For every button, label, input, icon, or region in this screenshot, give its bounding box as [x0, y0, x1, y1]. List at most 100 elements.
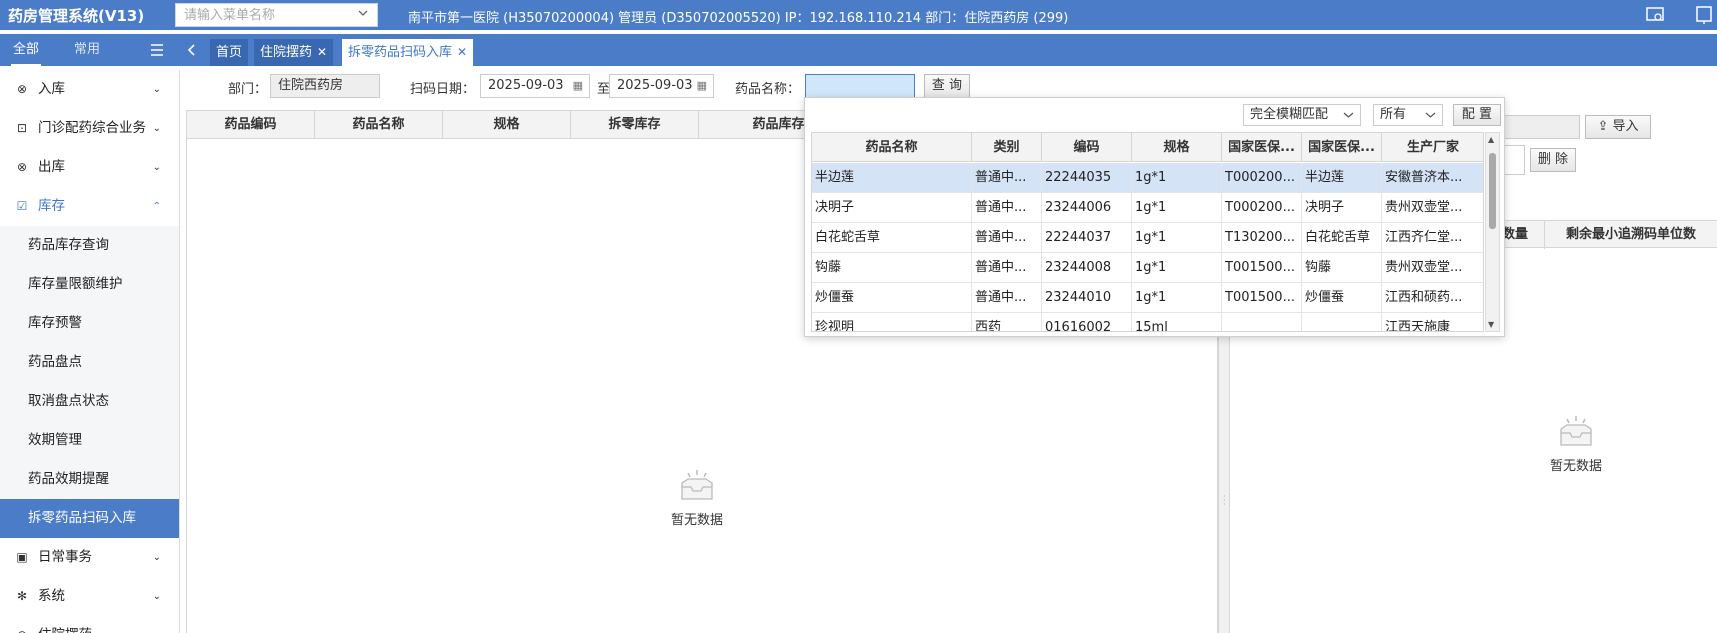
scrollbar-thumb[interactable]: [1489, 153, 1496, 229]
calendar-icon[interactable]: ▦: [573, 75, 583, 97]
table-cell: 23244008: [1042, 253, 1132, 283]
match-mode-select[interactable]: 完全模糊匹配: [1243, 104, 1361, 126]
empty-text: 暂无数据: [670, 513, 723, 528]
table-row[interactable]: 半边莲 普通中... 22244035 1g*1 T000200... 半边莲 安徽普济本.…: [812, 163, 1483, 193]
table-cell: 普通中...: [972, 193, 1042, 223]
sidebar-item-system[interactable]: ✻ 系统 ⌄: [0, 577, 179, 616]
chevron-down-icon[interactable]: [357, 7, 369, 22]
sidebar-tab-all[interactable]: 全部: [10, 34, 42, 66]
table-row[interactable]: 钩藤 普通中... 23244008 1g*1 T001500... 钩藤 贵州双壶堂...: [812, 253, 1483, 283]
sidebar-sub-item[interactable]: 药品效期提醒: [0, 460, 179, 499]
import-button[interactable]: ⇪ 导入: [1585, 115, 1651, 139]
column-header[interactable]: 国家医保...: [1302, 133, 1382, 162]
sidebar-item-inbound[interactable]: ⊗ 入库 ⌄: [0, 70, 179, 109]
table-cell: 钩藤: [812, 253, 972, 283]
sidebar-item-daily[interactable]: ▣ 日常事务 ⌄: [0, 538, 179, 577]
column-header[interactable]: 药品编码: [187, 111, 315, 139]
upload-icon: ⇪: [1597, 119, 1609, 134]
sidebar-item-outpatient[interactable]: ⊡ 门诊配药综合业务 ⌄: [0, 109, 179, 148]
table-cell: 1g*1: [1132, 253, 1222, 283]
sidebar-sub-item[interactable]: 效期管理: [0, 421, 179, 460]
sidebar-item-label: 日常事务: [38, 549, 92, 565]
chevron-down-icon: ⌄: [152, 591, 161, 602]
close-icon[interactable]: ✕: [457, 45, 467, 59]
table-cell: 珍视明: [812, 313, 972, 331]
sidebar-tab-favorites[interactable]: 常用: [74, 34, 100, 66]
sidebar: ⊗ 入库 ⌄ ⊡ 门诊配药综合业务 ⌄ ⊗ 出库 ⌄ ☑ 库存 ⌃ 药品库存查询…: [0, 70, 180, 633]
category-select[interactable]: 所有: [1373, 104, 1443, 126]
table-cell: 普通中...: [972, 253, 1042, 283]
tab-ward-dispense[interactable]: 住院摆药 ✕: [254, 39, 334, 66]
table-cell: 普通中...: [972, 283, 1042, 313]
sidebar-item-label: 系统: [38, 588, 65, 604]
column-header[interactable]: 药品名称: [812, 133, 972, 162]
chevron-down-icon: [1425, 105, 1436, 132]
tab-home[interactable]: 首页: [210, 39, 249, 66]
table-row[interactable]: 珍视明 西药 01616002 15ml 江西天施康: [812, 313, 1483, 331]
date-from-field[interactable]: 2025-09-03 ▦: [480, 74, 590, 98]
column-header[interactable]: 类别: [972, 133, 1042, 162]
empty-tray-icon: [1555, 415, 1597, 449]
table-cell: 22244035: [1042, 163, 1132, 193]
sidebar-sub-item[interactable]: 药品库存查询: [0, 226, 179, 265]
table-cell: 半边莲: [812, 163, 972, 193]
drug-lookup-popup: 完全模糊匹配 所有 配 置 药品名称 类别 编码 规格 国家医保... 国家医保…: [804, 97, 1505, 337]
column-header[interactable]: 生产厂家: [1382, 133, 1483, 162]
table-cell: 1g*1: [1132, 283, 1222, 313]
inventory-icon: ☑: [16, 199, 28, 213]
table-row[interactable]: 白花蛇舌草 普通中... 22244037 1g*1 T130200... 白花蛇舌草 江西…: [812, 223, 1483, 253]
chevron-left-icon[interactable]: [186, 40, 198, 64]
popup-scrollbar[interactable]: ▲ ▼: [1485, 132, 1500, 332]
sidebar-sub-item-active[interactable]: 拆零药品扫码入库: [0, 499, 179, 538]
column-header[interactable]: 剩余最小追溯码单位数: [1545, 221, 1717, 249]
chevron-down-icon: ⌄: [152, 552, 161, 563]
delete-button[interactable]: 删 除: [1530, 148, 1576, 172]
close-icon[interactable]: ✕: [317, 45, 327, 59]
table-cell: [1302, 313, 1382, 331]
menu-toggle-icon[interactable]: [150, 34, 164, 66]
sidebar-sub-item[interactable]: 库存量限额维护: [0, 265, 179, 304]
scroll-down-icon[interactable]: ▼: [1488, 320, 1494, 329]
query-button[interactable]: 查 询: [924, 74, 970, 98]
tab-label: 拆零药品扫码入库: [348, 45, 453, 60]
table-cell: 江西和硕药...: [1382, 283, 1483, 313]
column-header[interactable]: 规格: [443, 111, 571, 139]
config-button[interactable]: 配 置: [1453, 104, 1501, 126]
column-header[interactable]: 药品名称: [315, 111, 443, 139]
table-cell: 白花蛇舌草: [812, 223, 972, 253]
chevron-up-icon: ⌃: [152, 201, 161, 212]
table-row[interactable]: 炒僵蚕 普通中... 23244010 1g*1 T001500... 炒僵蚕 江西和硕药.…: [812, 283, 1483, 313]
sidebar-item-label: 门诊配药综合业务: [38, 120, 146, 136]
column-header[interactable]: 规格: [1132, 133, 1222, 162]
empty-tray-icon: [676, 469, 718, 503]
chevron-down-icon: ⌄: [152, 123, 161, 134]
drug-name-input[interactable]: [805, 74, 915, 98]
scroll-up-icon[interactable]: ▲: [1488, 135, 1494, 144]
tab-label: 首页: [216, 45, 243, 60]
table-cell: 15ml: [1132, 313, 1222, 331]
tab-split-drug-scan[interactable]: 拆零药品扫码入库 ✕: [342, 39, 474, 66]
calendar-icon[interactable]: ▦: [697, 75, 707, 97]
sidebar-sub-item[interactable]: 药品盘点: [0, 343, 179, 382]
help-icon[interactable]: [1694, 5, 1714, 25]
sidebar-item-inventory[interactable]: ☑ 库存 ⌃: [0, 187, 179, 226]
sidebar-item-ward[interactable]: ⊗ 住院摆药 ⌄: [0, 616, 179, 633]
screen-settings-icon[interactable]: [1645, 5, 1665, 25]
column-header[interactable]: 编码: [1042, 133, 1132, 162]
scan-date-label: 扫码日期：: [410, 82, 476, 97]
table-cell: [1222, 313, 1302, 331]
drag-handle-icon[interactable]: · · ·: [1223, 493, 1226, 509]
menu-search-input[interactable]: [176, 4, 346, 26]
column-header[interactable]: 国家医保...: [1222, 133, 1302, 162]
sidebar-sub-item[interactable]: 取消盘点状态: [0, 382, 179, 421]
menu-search-box[interactable]: [175, 3, 378, 27]
chevron-down-icon: [1343, 105, 1354, 132]
date-to-field[interactable]: 2025-09-03 ▦: [609, 74, 714, 98]
table-header: 药品名称 类别 编码 规格 国家医保... 国家医保... 生产厂家: [812, 133, 1483, 162]
sidebar-sub-item[interactable]: 库存预警: [0, 304, 179, 343]
column-header[interactable]: 拆零库存: [571, 111, 699, 139]
table-row[interactable]: 决明子 普通中... 23244006 1g*1 T000200... 决明子 贵州双壶堂.…: [812, 193, 1483, 223]
sidebar-item-outbound[interactable]: ⊗ 出库 ⌄: [0, 148, 179, 187]
table-cell: 1g*1: [1132, 163, 1222, 193]
user-info: 南平市第一医院 (H35070200004) 管理员 (D35070200552…: [408, 11, 1069, 26]
